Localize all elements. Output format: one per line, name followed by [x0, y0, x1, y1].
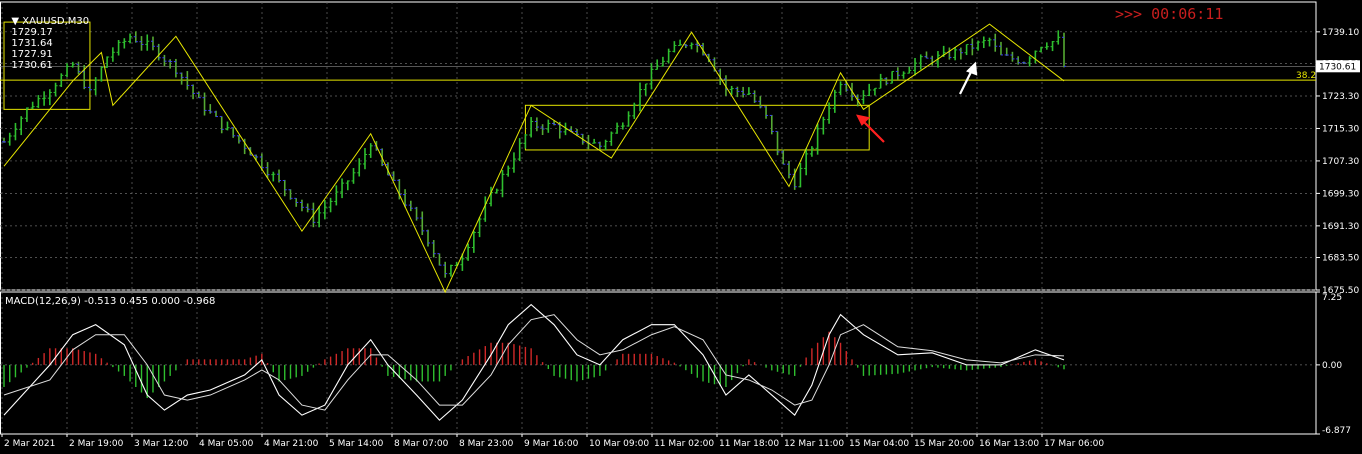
price-tick-label: 1715.30 [1322, 124, 1359, 134]
time-tick-label: 16 Mar 13:00 [979, 439, 1039, 449]
low-value: 1727.91 [11, 49, 53, 60]
trading-chart[interactable]: 1739.101731.301723.301715.301707.301699.… [0, 0, 1362, 454]
time-tick-label: 4 Mar 05:00 [199, 439, 254, 449]
time-tick-label: 11 Mar 18:00 [719, 439, 779, 449]
price-tick-label: 1723.30 [1322, 92, 1359, 102]
macd-tick-label: -6.877 [1322, 426, 1351, 436]
time-tick-label: 15 Mar 04:00 [849, 439, 909, 449]
bar-countdown: >>> 00:06:11 [1115, 5, 1224, 23]
high-value: 1731.64 [11, 38, 53, 49]
price-pane-border [0, 1, 1317, 291]
time-tick-label: 2 Mar 19:00 [69, 439, 124, 449]
time-tick-label: 8 Mar 23:00 [459, 439, 514, 449]
time-tick-label: 2 Mar 2021 [4, 439, 55, 449]
chart-menu-icon[interactable]: ▼ [11, 16, 22, 27]
time-tick-label: 5 Mar 14:00 [329, 439, 384, 449]
time-tick-label: 8 Mar 07:00 [394, 439, 449, 449]
time-tick-label: 12 Mar 11:00 [784, 439, 844, 449]
white-arrow-annotation [959, 61, 978, 95]
time-tick-label: 15 Mar 20:00 [914, 439, 974, 449]
price-tick-label: 1739.10 [1322, 28, 1359, 38]
macd-signal-line [3, 314, 1065, 411]
macd-tick-label: 7.25 [1322, 293, 1342, 303]
fibo-level-label: 38.2 [1296, 71, 1316, 81]
close-value: 1730.61 [11, 60, 53, 71]
zigzag-line [3, 23, 1065, 294]
price-tick-label: 1699.30 [1322, 189, 1359, 199]
macd-line [3, 303, 1065, 421]
time-tick-label: 4 Mar 21:00 [264, 439, 319, 449]
time-tick-label: 10 Mar 09:00 [589, 439, 649, 449]
time-tick-label: 11 Mar 02:00 [654, 439, 714, 449]
time-tick-label: 17 Mar 06:00 [1044, 439, 1104, 449]
macd-header: MACD(12,26,9) -0.513 0.455 0.000 -0.968 [5, 296, 216, 307]
price-tick-label: 1691.30 [1322, 222, 1359, 232]
macd-pane-border [0, 291, 1317, 435]
price-tick-label: 1707.30 [1322, 157, 1359, 167]
symbol-label: XAUUSD,M30 [22, 16, 90, 27]
open-value: 1729.17 [11, 27, 53, 38]
symbol-header: ▼ XAUUSD,M30 1729.17 1731.64 1727.91 173… [5, 5, 89, 71]
current-price-label: 1730.61 [1319, 62, 1356, 72]
time-tick-label: 3 Mar 12:00 [134, 439, 189, 449]
macd-tick-label: 0.00 [1322, 361, 1342, 371]
time-tick-label: 9 Mar 16:00 [524, 439, 579, 449]
price-tick-label: 1683.50 [1322, 254, 1359, 264]
red-arrow-annotation [856, 114, 885, 143]
